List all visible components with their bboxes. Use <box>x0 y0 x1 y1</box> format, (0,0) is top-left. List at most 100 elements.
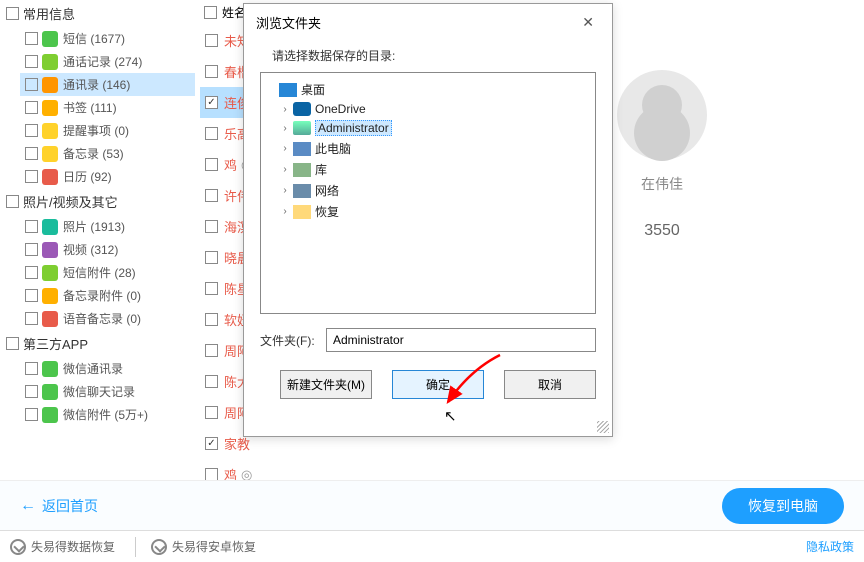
folder-input[interactable] <box>326 328 596 352</box>
footer-link-android-recovery[interactable]: 失易得安卓恢复 <box>151 538 256 555</box>
app-icon <box>42 384 58 400</box>
sidebar-item[interactable]: 提醒事项 (0) <box>20 119 195 142</box>
sidebar-item[interactable]: 短信附件 (28) <box>20 261 195 284</box>
app-icon <box>42 169 58 185</box>
sidebar-item[interactable]: 语音备忘录 (0) <box>20 307 195 330</box>
tree-item[interactable]: ›此电脑 <box>265 138 591 159</box>
sidebar-item[interactable]: 备忘录附件 (0) <box>20 284 195 307</box>
item-label: 短信 (1677) <box>63 30 125 47</box>
sidebar-item[interactable]: 微信聊天记录 <box>20 380 195 403</box>
checkbox[interactable] <box>25 266 38 279</box>
expand-icon[interactable]: › <box>279 206 291 217</box>
folder-icon <box>293 184 311 198</box>
checkbox[interactable] <box>25 408 38 421</box>
checkbox[interactable] <box>25 385 38 398</box>
checkbox[interactable] <box>6 7 19 20</box>
checkbox[interactable] <box>25 55 38 68</box>
tree-item[interactable]: ›库 <box>265 159 591 180</box>
app-icon <box>42 77 58 93</box>
back-arrow-icon: ← <box>20 497 36 515</box>
restore-button[interactable]: 恢复到电脑 <box>722 488 844 524</box>
item-label: 微信附件 (5万+) <box>63 406 148 423</box>
sidebar-item[interactable]: 视频 (312) <box>20 238 195 261</box>
item-label: 微信聊天记录 <box>63 383 135 400</box>
tree-item[interactable]: ›恢复 <box>265 201 591 222</box>
item-label: 照片 (1913) <box>63 218 125 235</box>
select-all-checkbox[interactable] <box>204 6 217 19</box>
checkbox[interactable] <box>205 313 218 326</box>
checkbox[interactable] <box>25 220 38 233</box>
folder-label: 文件夹(F): <box>260 332 326 349</box>
checkbox[interactable] <box>205 406 218 419</box>
folder-tree[interactable]: 桌面›OneDrive›Administrator›此电脑›库›网络›恢复 <box>260 72 596 314</box>
checkbox[interactable] <box>25 289 38 302</box>
app-icon <box>42 311 58 327</box>
sidebar-item[interactable]: 通讯录 (146) <box>20 73 195 96</box>
checkbox[interactable] <box>25 124 38 137</box>
expand-icon[interactable]: › <box>279 164 291 175</box>
folder-icon <box>293 205 311 219</box>
sidebar-item[interactable]: 日历 (92) <box>20 165 195 188</box>
checkbox[interactable] <box>25 170 38 183</box>
sidebar-item[interactable]: 照片 (1913) <box>20 215 195 238</box>
tree-label: 库 <box>315 161 327 178</box>
back-label: 返回首页 <box>42 496 98 516</box>
category-title: 第三方APP <box>23 334 88 353</box>
sidebar-item[interactable]: 短信 (1677) <box>20 27 195 50</box>
checkbox[interactable] <box>25 362 38 375</box>
sidebar-item[interactable]: 微信附件 (5万+) <box>20 403 195 426</box>
privacy-link[interactable]: 隐私政策 <box>806 538 854 555</box>
checkbox[interactable] <box>205 158 218 171</box>
app-icon <box>42 288 58 304</box>
folder-icon <box>279 83 297 97</box>
checkbox[interactable] <box>6 337 19 350</box>
expand-icon[interactable]: › <box>279 143 291 154</box>
checkbox[interactable] <box>25 32 38 45</box>
checkbox[interactable] <box>25 243 38 256</box>
checkbox[interactable] <box>205 34 218 47</box>
category-header[interactable]: 常用信息 <box>0 0 195 27</box>
new-folder-button[interactable]: 新建文件夹(M) <box>280 370 372 399</box>
close-icon[interactable]: ✕ <box>576 12 600 33</box>
sidebar-item[interactable]: 书签 (111) <box>20 96 195 119</box>
sidebar-item[interactable]: 通话记录 (274) <box>20 50 195 73</box>
checkbox[interactable] <box>25 312 38 325</box>
checkbox[interactable] <box>25 101 38 114</box>
tree-item[interactable]: ›OneDrive <box>265 100 591 118</box>
category-header[interactable]: 照片/视频及其它 <box>0 188 195 215</box>
checkbox[interactable] <box>205 220 218 233</box>
checkbox[interactable] <box>25 147 38 160</box>
checkbox[interactable] <box>205 127 218 140</box>
tree-item[interactable]: ›网络 <box>265 180 591 201</box>
checkbox[interactable] <box>205 251 218 264</box>
ok-button[interactable]: 确定 <box>392 370 484 399</box>
checkbox[interactable] <box>6 195 19 208</box>
expand-icon[interactable]: › <box>279 104 291 115</box>
dialog-titlebar: 浏览文件夹 ✕ <box>244 4 612 41</box>
checkbox[interactable] <box>25 78 38 91</box>
checkbox[interactable] <box>205 65 218 78</box>
dialog-title: 浏览文件夹 <box>256 13 321 32</box>
category-header[interactable]: 第三方APP <box>0 330 195 357</box>
folder-icon <box>293 121 311 135</box>
bottom-bar: ← 返回首页 恢复到电脑 <box>0 480 864 530</box>
back-link[interactable]: ← 返回首页 <box>20 496 98 516</box>
tree-item[interactable]: ›Administrator <box>265 118 591 138</box>
checkbox[interactable] <box>205 282 218 295</box>
app-icon <box>42 265 58 281</box>
checkbox[interactable] <box>205 375 218 388</box>
cancel-button[interactable]: 取消 <box>504 370 596 399</box>
divider <box>135 537 136 557</box>
sidebar-item[interactable]: 微信通讯录 <box>20 357 195 380</box>
checkbox[interactable] <box>205 96 218 109</box>
checkbox[interactable] <box>205 344 218 357</box>
tree-item[interactable]: 桌面 <box>265 79 591 100</box>
expand-icon[interactable]: › <box>279 185 291 196</box>
resize-grip-icon[interactable] <box>597 421 609 433</box>
checkbox[interactable] <box>205 189 218 202</box>
sidebar-item[interactable]: 备忘录 (53) <box>20 142 195 165</box>
checkbox[interactable] <box>205 437 218 450</box>
recovery-icon <box>151 539 167 555</box>
expand-icon[interactable]: › <box>279 123 291 134</box>
footer-link-data-recovery[interactable]: 失易得数据恢复 <box>10 538 115 555</box>
